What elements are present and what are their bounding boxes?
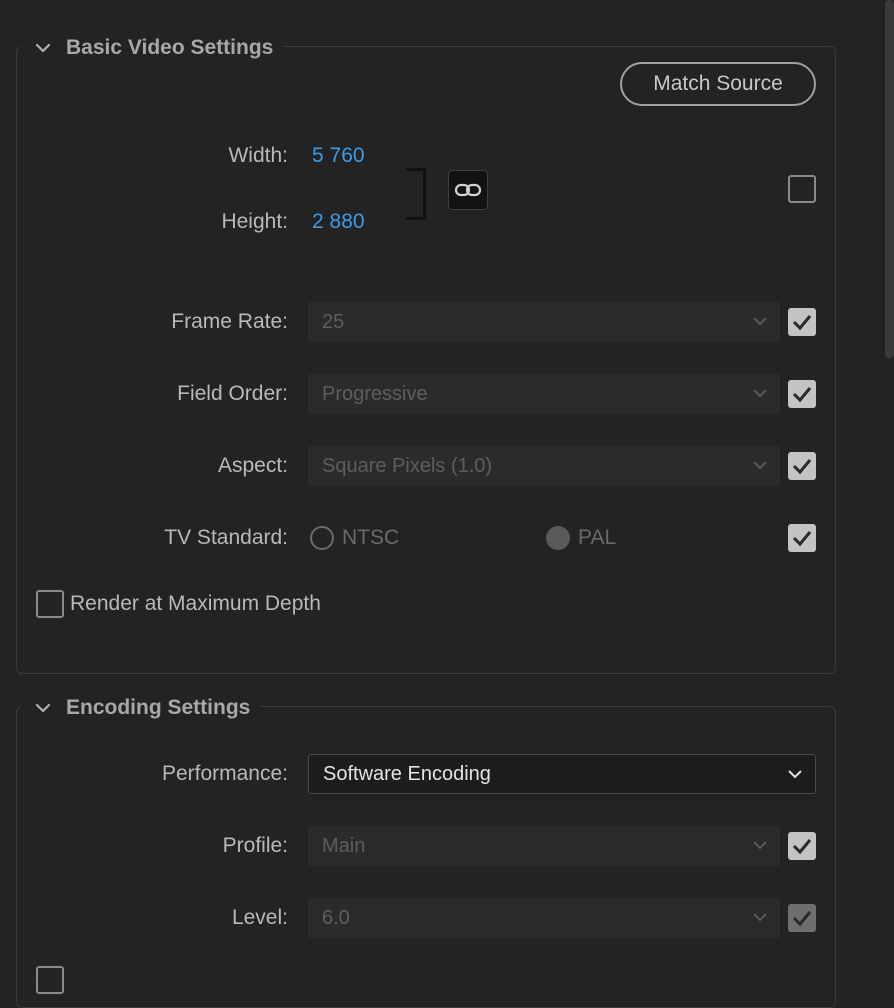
pal-radio[interactable] (546, 526, 570, 550)
encoding-header[interactable]: Encoding Settings (20, 693, 261, 723)
section-title: Basic Video Settings (66, 36, 274, 59)
height-label: Height: (221, 210, 288, 233)
width-label: Width: (228, 144, 288, 167)
constrain-proportions-button[interactable] (448, 170, 488, 210)
performance-label: Performance: (161, 762, 288, 785)
chevron-down-icon (753, 841, 767, 850)
level-label: Level: (231, 906, 288, 929)
chevron-down-icon[interactable] (34, 699, 52, 717)
tv-standard-checkbox[interactable] (788, 524, 816, 552)
scrollbar[interactable] (885, 0, 894, 358)
chevron-down-icon (753, 389, 767, 398)
checkmark-icon (792, 911, 812, 927)
field-order-dropdown[interactable]: Progressive (308, 374, 780, 414)
chevron-down-icon (788, 770, 802, 779)
constrain-bracket (406, 168, 426, 220)
basic-video-header[interactable]: Basic Video Settings (20, 33, 284, 63)
checkmark-icon (792, 459, 812, 475)
field-order-label: Field Order: (177, 382, 288, 405)
field-order-value: Progressive (322, 382, 428, 405)
profile-label: Profile: (222, 834, 288, 857)
width-value[interactable]: 5 760 (312, 143, 365, 169)
match-source-button[interactable]: Match Source (620, 62, 816, 106)
profile-dropdown[interactable]: Main (308, 826, 780, 866)
chevron-down-icon (753, 461, 767, 470)
frame-rate-checkbox[interactable] (788, 308, 816, 336)
profile-checkbox[interactable] (788, 832, 816, 860)
performance-value: Software Encoding (323, 762, 491, 785)
basic-video-section (16, 46, 836, 674)
aspect-checkbox[interactable] (788, 452, 816, 480)
render-max-depth-checkbox[interactable] (36, 590, 64, 618)
chevron-down-icon (753, 913, 767, 922)
next-option-checkbox[interactable] (36, 966, 64, 994)
chevron-down-icon[interactable] (34, 39, 52, 57)
checkmark-icon (792, 315, 812, 331)
frame-rate-dropdown[interactable]: 25 (308, 302, 780, 342)
link-icon (454, 183, 482, 197)
performance-dropdown[interactable]: Software Encoding (308, 754, 816, 794)
section-title: Encoding Settings (66, 696, 251, 719)
height-value[interactable]: 2 880 (312, 209, 365, 235)
field-order-checkbox[interactable] (788, 380, 816, 408)
ntsc-label: NTSC (342, 526, 400, 549)
level-checkbox (788, 904, 816, 932)
level-value: 6.0 (322, 906, 350, 929)
frame-rate-value: 25 (322, 310, 345, 333)
checkmark-icon (792, 387, 812, 403)
size-override-checkbox[interactable] (788, 175, 816, 203)
chevron-down-icon (753, 317, 767, 326)
checkmark-icon (792, 531, 812, 547)
aspect-label: Aspect: (217, 454, 288, 477)
render-max-depth-label[interactable]: Render at Maximum Depth (70, 591, 321, 617)
aspect-value: Square Pixels (1.0) (322, 454, 493, 477)
aspect-dropdown[interactable]: Square Pixels (1.0) (308, 446, 780, 486)
profile-value: Main (322, 834, 366, 857)
tv-standard-label: TV Standard: (164, 526, 288, 549)
frame-rate-label: Frame Rate: (171, 310, 288, 333)
ntsc-radio[interactable] (310, 526, 334, 550)
checkmark-icon (792, 839, 812, 855)
pal-label: PAL (578, 526, 617, 549)
level-dropdown[interactable]: 6.0 (308, 898, 780, 938)
